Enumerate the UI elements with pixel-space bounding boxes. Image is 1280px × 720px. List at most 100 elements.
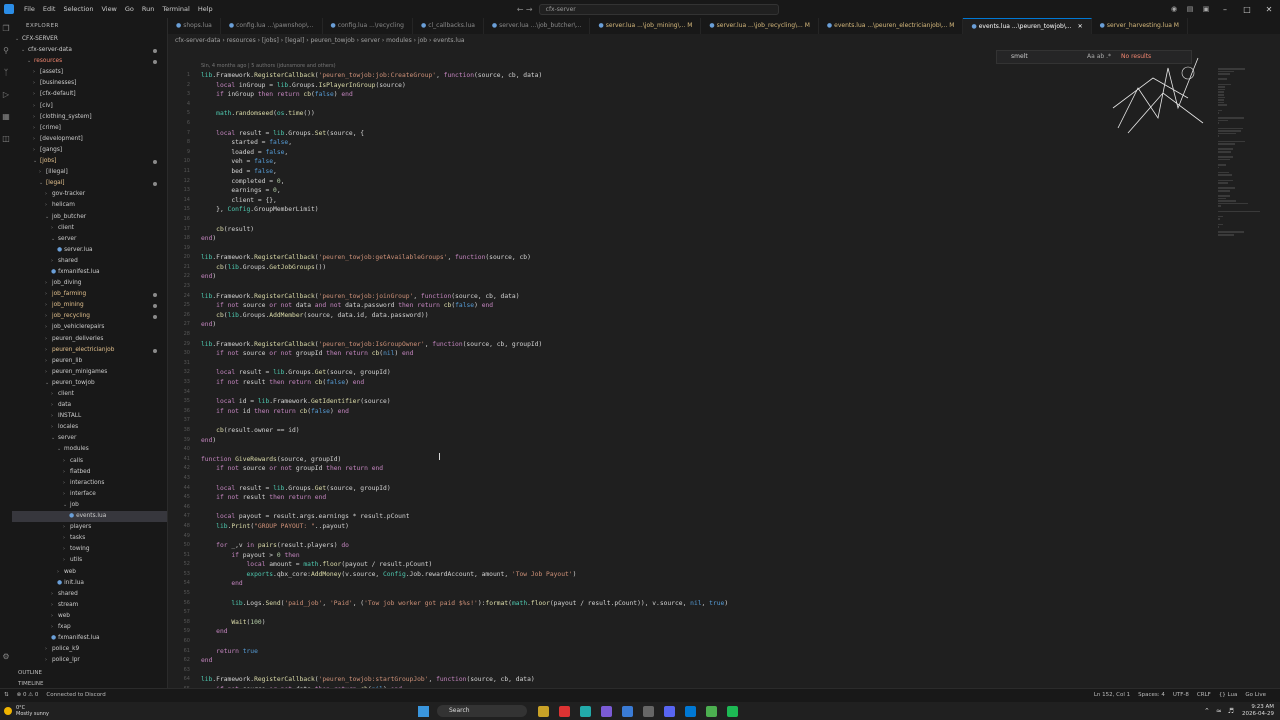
menu-file[interactable]: File xyxy=(20,5,39,13)
app-purple-icon[interactable] xyxy=(601,705,612,717)
folder-item[interactable]: › interactions xyxy=(12,478,167,489)
folder-item[interactable]: › [illegal] xyxy=(12,167,167,178)
code-line[interactable]: end xyxy=(201,656,728,666)
folder-item[interactable]: › [assets] xyxy=(12,67,167,78)
chevron-up-icon[interactable]: ⌃ xyxy=(1204,707,1210,715)
code-line[interactable]: started = false, xyxy=(201,138,728,148)
code-line[interactable] xyxy=(201,532,728,542)
breadcrumb[interactable]: cfx-server-data › resources › [jobs] › [… xyxy=(168,34,1280,48)
command-center-search[interactable]: cfx-server xyxy=(538,3,779,15)
remote-indicator-icon[interactable]: ⇅ xyxy=(4,689,9,702)
editor-tab[interactable]: ● config.lua ...\pawnshop\... xyxy=(221,18,323,34)
folder-item[interactable]: › gov-tracker xyxy=(12,189,167,200)
spotify-icon[interactable] xyxy=(727,705,738,717)
folder-item[interactable]: › utils xyxy=(12,555,167,566)
code-line[interactable]: local id = lib.Framework.GetIdentifier(s… xyxy=(201,397,728,407)
code-line[interactable]: Wait(100) xyxy=(201,618,728,628)
folder-item[interactable]: › players xyxy=(12,522,167,533)
code-line[interactable]: end xyxy=(201,579,728,589)
copilot-icon[interactable]: ◉ xyxy=(1166,5,1182,13)
folder-item[interactable]: › [gangs] xyxy=(12,145,167,156)
folder-item[interactable]: › data xyxy=(12,400,167,411)
code-line[interactable] xyxy=(201,215,728,225)
folder-item[interactable]: › peuren_lib xyxy=(12,356,167,367)
code-line[interactable] xyxy=(201,589,728,599)
folder-item[interactable]: › [cfx-default] xyxy=(12,89,167,100)
editor-tab[interactable]: ● server.lua ...\job_mining\... M xyxy=(590,18,702,34)
code-line[interactable] xyxy=(201,416,728,426)
code-line[interactable] xyxy=(201,474,728,484)
code-line[interactable]: math.randomseed(os.time()) xyxy=(201,109,728,119)
folder-item[interactable]: › INSTALL xyxy=(12,411,167,422)
editor-tab[interactable]: ● events.lua ...\peuren_electricianjob\..… xyxy=(819,18,964,34)
folder-item[interactable]: › shared xyxy=(12,589,167,600)
vscode-taskbar-icon[interactable] xyxy=(685,705,696,717)
wifi-icon[interactable]: ≈ xyxy=(1216,707,1222,715)
code-line[interactable] xyxy=(201,503,728,513)
close-tab-icon[interactable]: ✕ xyxy=(1078,23,1083,30)
run-debug-icon[interactable]: ▷ xyxy=(0,84,12,106)
maximize-button[interactable]: □ xyxy=(1236,5,1258,14)
editor-tab[interactable]: ● config.lua ...\recycling xyxy=(323,18,413,34)
code-line[interactable]: cb(lib.Groups.GetJobGroups()) xyxy=(201,263,728,273)
code-line[interactable]: completed = 0, xyxy=(201,177,728,187)
layout-icon[interactable]: ▤ xyxy=(1182,5,1198,13)
status-item[interactable]: UTF-8 xyxy=(1173,689,1189,702)
windows-start-icon[interactable] xyxy=(418,705,429,717)
minimap[interactable] xyxy=(1218,68,1260,236)
code-line[interactable]: bed = false, xyxy=(201,167,728,177)
editor-tab[interactable]: ● server.lua ...\job_recycling\... M xyxy=(701,18,819,34)
folder-item[interactable]: › police_k9 xyxy=(12,644,167,655)
status-item[interactable]: Spaces: 4 xyxy=(1138,689,1165,702)
code-line[interactable]: local payout = result.args.earnings * re… xyxy=(201,512,728,522)
code-line[interactable]: earnings = 0, xyxy=(201,186,728,196)
file-explorer-icon[interactable] xyxy=(538,705,549,717)
code-line[interactable]: end) xyxy=(201,234,728,244)
code-line[interactable]: return true xyxy=(201,647,728,657)
code-line[interactable]: client = {}, xyxy=(201,196,728,206)
folder-item[interactable]: ⌄ [legal] xyxy=(12,178,167,189)
code-line[interactable]: local result = lib.Groups.Set(source, { xyxy=(201,129,728,139)
folder-item[interactable]: › helicam xyxy=(12,200,167,211)
folder-item[interactable]: ⌄ cfx-server-data xyxy=(12,45,167,56)
extensions-icon[interactable]: ▦ xyxy=(0,106,12,128)
search-icon[interactable]: ⚲ xyxy=(0,40,12,62)
menu-terminal[interactable]: Terminal xyxy=(158,5,193,13)
code-line[interactable] xyxy=(201,282,728,292)
folder-item[interactable]: › client xyxy=(12,389,167,400)
code-line[interactable]: lib.Print("GROUP PAYOUT: "..payout) xyxy=(201,522,728,532)
folder-item[interactable]: › job_farming xyxy=(12,289,167,300)
folder-item[interactable]: › job_recycling xyxy=(12,311,167,322)
menu-go[interactable]: Go xyxy=(121,5,138,13)
terminal-icon[interactable] xyxy=(643,705,654,717)
folder-item[interactable]: › job_diving xyxy=(12,278,167,289)
folder-item[interactable]: › web xyxy=(12,611,167,622)
nav-arrows-icon[interactable]: ← → xyxy=(517,5,533,14)
code-line[interactable] xyxy=(201,244,728,254)
timeline-section[interactable]: TIMELINE xyxy=(12,679,167,688)
code-line[interactable]: cb(result) xyxy=(201,225,728,235)
folder-item[interactable]: ⌄ [jobs] xyxy=(12,156,167,167)
minimize-button[interactable]: – xyxy=(1214,5,1236,14)
code-line[interactable]: cb(lib.Groups.AddMember(source, data.id,… xyxy=(201,311,728,321)
folder-item[interactable]: › job_vehiclerepairs xyxy=(12,322,167,333)
volume-icon[interactable]: ♬ xyxy=(1228,707,1234,715)
code-line[interactable]: if payout > 0 then xyxy=(201,551,728,561)
code-line[interactable] xyxy=(201,608,728,618)
code-line[interactable]: if not result then return cb(false) end xyxy=(201,378,728,388)
code-line[interactable]: }, Config.GroupMemberLimit) xyxy=(201,205,728,215)
source-control-icon[interactable]: ᛉ xyxy=(0,62,12,84)
problems-indicator[interactable]: ⊗ 0 ⚠ 0 xyxy=(17,689,39,702)
folder-item[interactable]: › peuren_deliveries xyxy=(12,334,167,345)
taskbar-search[interactable]: Search xyxy=(437,705,527,717)
code-line[interactable] xyxy=(201,637,728,647)
editor-tab[interactable]: ● shops.lua xyxy=(168,18,221,34)
code-line[interactable]: if not id then return cb(false) end xyxy=(201,407,728,417)
editor-tab[interactable]: ● events.lua ...\peuren_towjob\... ✕ xyxy=(963,18,1092,34)
file-item[interactable]: ● init.lua xyxy=(12,578,167,589)
folder-item[interactable]: ⌄ server xyxy=(12,234,167,245)
code-line[interactable]: end xyxy=(201,627,728,637)
menu-edit[interactable]: Edit xyxy=(39,5,60,13)
folder-item[interactable]: ⌄ job_butcher xyxy=(12,212,167,223)
code-line[interactable] xyxy=(201,388,728,398)
